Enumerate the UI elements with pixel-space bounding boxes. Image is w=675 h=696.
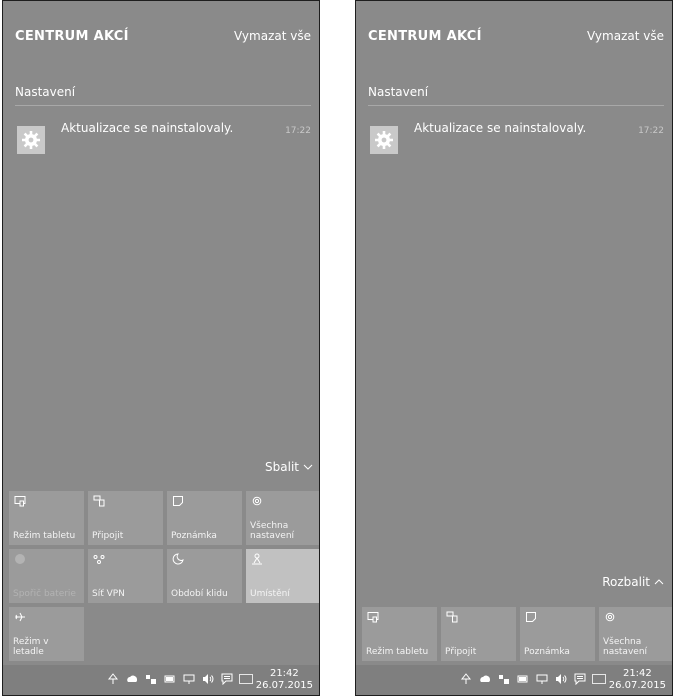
action-center-header: CENTRUM AKCÍ Vymazat vše (15, 29, 311, 49)
cloud-icon[interactable] (479, 673, 491, 685)
tile-tablet-mode[interactable]: Režim tabletu (362, 607, 437, 661)
action-center-icon[interactable] (221, 673, 233, 685)
taskbar: 21:42 26.07.2015 (3, 665, 319, 695)
tile-note[interactable]: Poznámka (520, 607, 595, 661)
monitor-icon[interactable] (183, 673, 195, 685)
expand-label: Rozbalit (602, 575, 650, 589)
action-center-title: CENTRUM AKCÍ (368, 29, 482, 44)
tile-battery-saver[interactable]: Spořič baterie (9, 549, 84, 603)
notification-text: Aktualizace se nainstalovaly. (61, 121, 234, 135)
clock-date: 26.07.2015 (608, 680, 666, 691)
clock-time: 21:42 (269, 668, 299, 679)
battery-saver-icon (15, 554, 25, 564)
collapse-label: Sbalit (265, 460, 299, 474)
clear-all-button[interactable]: Vymazat vše (234, 29, 311, 43)
moon-icon (172, 553, 184, 565)
system-tray (460, 673, 586, 685)
action-center-collapsed: CENTRUM AKCÍ Vymazat vše Nastavení Aktua… (355, 0, 673, 696)
keyboard-icon[interactable] (239, 674, 253, 684)
tablet-mode-icon (367, 612, 379, 623)
tree-icon[interactable] (460, 673, 472, 685)
chevron-down-icon (303, 464, 313, 470)
clock-time: 21:42 (622, 668, 652, 679)
taskbar-clock[interactable]: 21:42 26.07.2015 (609, 668, 666, 692)
note-icon (526, 612, 536, 622)
network-icon[interactable] (498, 673, 510, 685)
notification-group-title[interactable]: Nastavení (15, 85, 311, 106)
expand-button[interactable]: Rozbalit (602, 575, 664, 589)
taskbar: 21:42 26.07.2015 (356, 665, 672, 695)
gear-icon (605, 612, 615, 622)
tile-all-settings[interactable]: Všechna nastavení (599, 607, 672, 661)
note-icon (173, 496, 183, 506)
notification-time: 17:22 (285, 126, 311, 136)
volume-icon[interactable] (202, 673, 214, 685)
network-icon[interactable] (145, 673, 157, 685)
tile-vpn[interactable]: Síť VPN (88, 549, 163, 603)
tile-connect[interactable]: Připojit (88, 491, 163, 545)
clear-all-button[interactable]: Vymazat vše (587, 29, 664, 43)
tablet-mode-icon (14, 496, 26, 507)
tile-tablet-mode[interactable]: Režim tabletu (9, 491, 84, 545)
gear-icon (252, 496, 262, 506)
action-center-header: CENTRUM AKCÍ Vymazat vše (368, 29, 664, 49)
vpn-icon (93, 555, 105, 564)
battery-icon[interactable] (517, 673, 529, 685)
cloud-icon[interactable] (126, 673, 138, 685)
tile-all-settings[interactable]: Všechna nastavení (246, 491, 319, 545)
clock-date: 26.07.2015 (255, 680, 313, 691)
tile-airplane-mode[interactable]: Režim v letadle (9, 607, 84, 661)
volume-icon[interactable] (555, 673, 567, 685)
notification-item[interactable]: Aktualizace se nainstalovaly. 17:22 (370, 120, 664, 156)
notification-text: Aktualizace se nainstalovaly. (414, 121, 587, 135)
notification-time: 17:22 (638, 126, 664, 136)
connect-icon (93, 495, 105, 507)
tile-quiet-hours[interactable]: Období klidu (167, 549, 242, 603)
tree-icon[interactable] (107, 673, 119, 685)
system-tray (107, 673, 233, 685)
chevron-up-icon (654, 579, 664, 585)
battery-icon[interactable] (164, 673, 176, 685)
notification-group-title[interactable]: Nastavení (368, 85, 664, 106)
taskbar-clock[interactable]: 21:42 26.07.2015 (256, 668, 313, 692)
notification-group: Nastavení (368, 85, 664, 106)
collapse-button[interactable]: Sbalit (265, 460, 313, 474)
keyboard-icon[interactable] (592, 674, 606, 684)
action-center-icon[interactable] (574, 673, 586, 685)
gear-icon (17, 126, 45, 154)
tile-note[interactable]: Poznámka (167, 491, 242, 545)
quick-actions-grid: Režim tabletu Připojit Poznámka Všechna … (9, 491, 319, 661)
tile-location[interactable]: Umístění (246, 549, 319, 603)
tile-connect[interactable]: Připojit (441, 607, 516, 661)
gear-icon (370, 126, 398, 154)
airplane-icon (15, 612, 25, 622)
location-icon (252, 553, 262, 565)
action-center-expanded: CENTRUM AKCÍ Vymazat vše Nastavení Aktua… (2, 0, 320, 696)
monitor-icon[interactable] (536, 673, 548, 685)
connect-icon (446, 611, 458, 623)
notification-group: Nastavení (15, 85, 311, 106)
quick-actions-grid: Režim tabletu Připojit Poznámka Všechna … (362, 607, 672, 661)
notification-item[interactable]: Aktualizace se nainstalovaly. 17:22 (17, 120, 311, 156)
action-center-title: CENTRUM AKCÍ (15, 29, 129, 44)
